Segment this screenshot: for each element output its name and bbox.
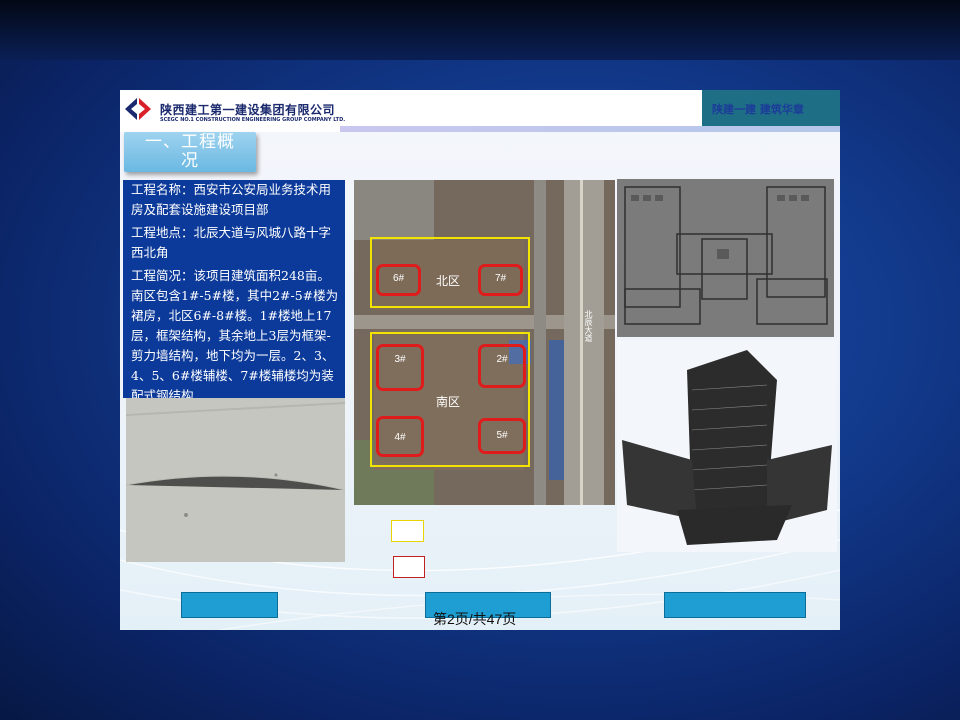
legend-yellow-swatch <box>391 520 424 542</box>
site-photo <box>126 395 345 562</box>
nav-button-left[interactable] <box>181 592 278 618</box>
company-logo-icon <box>125 98 151 120</box>
section-title: 一、工程概况 <box>124 132 256 172</box>
legend-red-swatch <box>393 556 425 578</box>
company-name-en: SCEGC NO.1 CONSTRUCTION ENGINEERING GROU… <box>160 117 346 123</box>
project-location: 工程地点：北辰大道与风城八路十字西北角 <box>131 225 332 260</box>
south-zone-label: 南区 <box>436 395 461 409</box>
building-marker-5: 5# <box>478 418 526 454</box>
road-label: 北辰大道 <box>584 310 593 342</box>
project-summary: 工程简况：该项目建筑面积248亩。南区包含1#-5#楼，其中2#-5#楼为裙房，… <box>131 268 339 398</box>
north-zone-label: 北区 <box>436 274 461 288</box>
page-indicator: 第2页/共47页 <box>433 611 517 627</box>
header-strip <box>340 126 840 132</box>
top-right-banner: 陕建一建 建筑华章 <box>702 90 840 126</box>
building-marker-7: 7# <box>478 264 523 296</box>
building-marker-6: 6# <box>376 264 421 296</box>
floor-plan-image <box>617 179 834 337</box>
building-marker-4: 4# <box>376 416 424 457</box>
nav-button-right[interactable] <box>664 592 806 618</box>
building-model-image <box>617 340 837 552</box>
site-map: 北区 南区 6# 7# 3# 2# 4# 5# 北辰大道 <box>354 180 615 505</box>
building-marker-2: 2# <box>478 344 526 388</box>
project-name: 工程名称：西安市公安局业务技术用房及配套设施建设项目部 <box>131 182 332 217</box>
section-title-text: 一、工程概况 <box>145 132 235 171</box>
project-info-panel: 工程名称：西安市公安局业务技术用房及配套设施建设项目部 工程地点：北辰大道与风城… <box>123 180 345 398</box>
company-name-cn: 陕西建工第一建设集团有限公司 <box>160 103 336 117</box>
slide: 陕西建工第一建设集团有限公司 SCEGC NO.1 CONSTRUCTION E… <box>120 90 840 630</box>
top-right-text: 陕建一建 建筑华章 <box>712 103 804 116</box>
building-marker-3: 3# <box>376 344 424 391</box>
top-dark-band <box>0 0 960 60</box>
